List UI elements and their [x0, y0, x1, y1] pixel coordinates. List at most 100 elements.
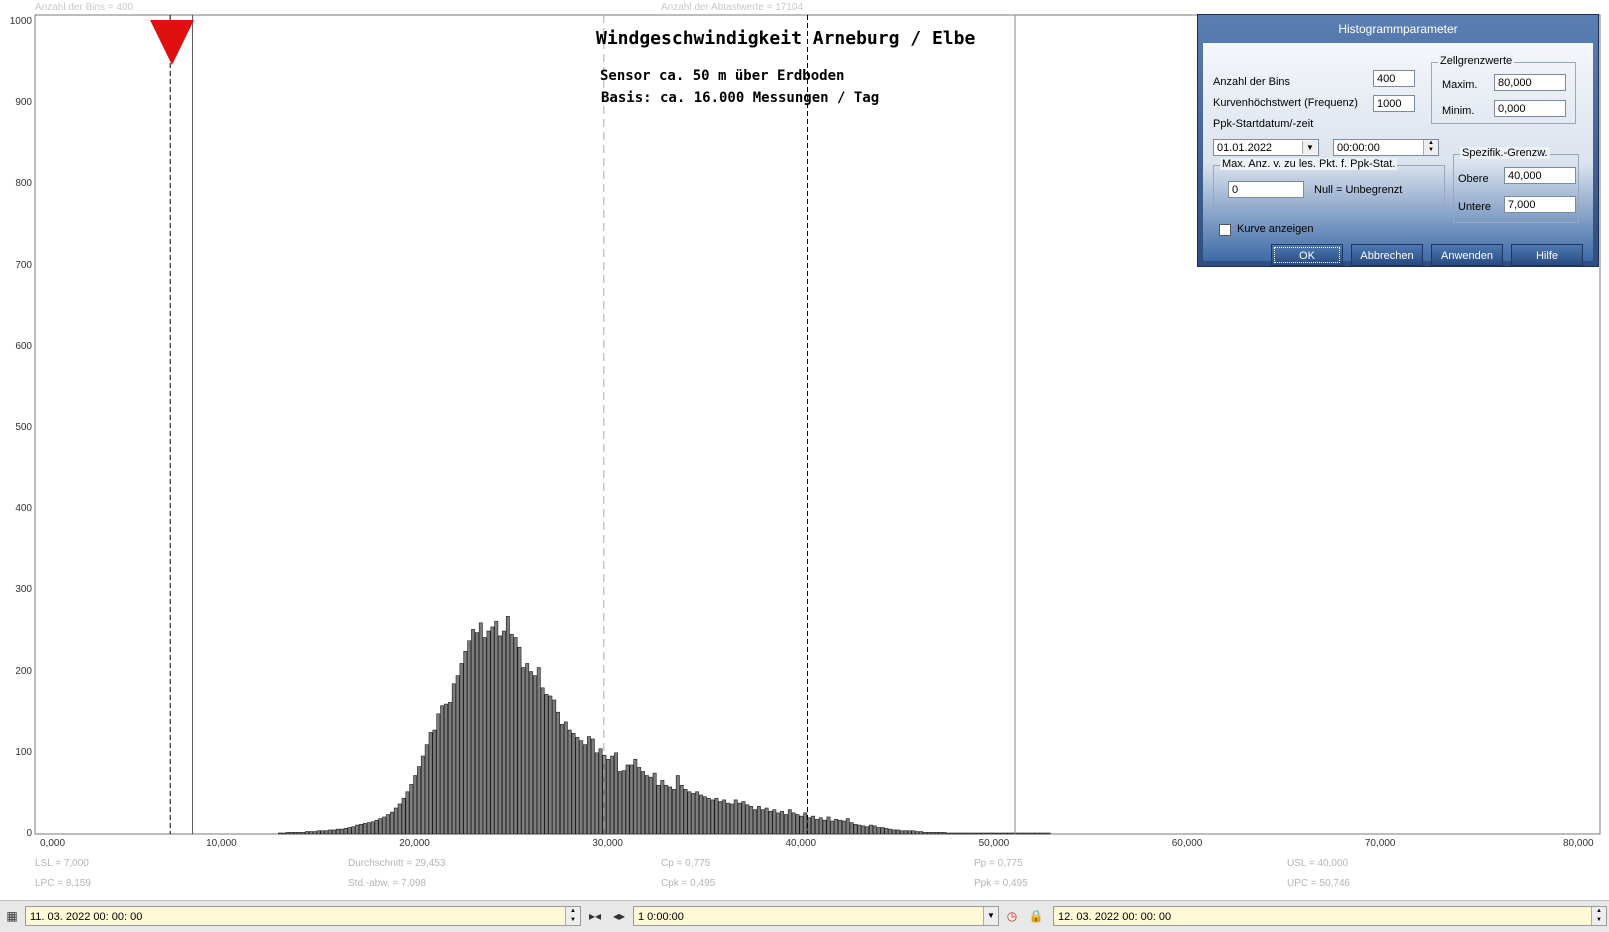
histogram-bar — [981, 832, 985, 835]
spin-arrows-icon[interactable]: ▲ ▼ — [565, 907, 580, 925]
spin-arrows-icon[interactable]: ▲ ▼ — [1423, 140, 1438, 155]
calendar-icon[interactable]: ▦ — [3, 907, 21, 925]
ok-button[interactable]: OK — [1271, 244, 1343, 266]
histogram-bar — [923, 832, 927, 835]
bins-label: Anzahl der Bins — [1213, 76, 1291, 88]
chevron-down-icon[interactable]: ▼ — [983, 907, 998, 925]
histogram-bar — [335, 828, 340, 835]
histogram-bar — [814, 819, 819, 835]
histogram-bar — [934, 832, 939, 835]
histogram-bar — [714, 797, 719, 835]
histogram-bar — [343, 828, 348, 835]
histogram-bar — [463, 650, 468, 835]
histogram-bar — [780, 810, 785, 835]
histogram-bar — [544, 694, 549, 835]
histogram-bar — [1031, 832, 1036, 835]
curve-max-input[interactable]: 1000 — [1373, 95, 1415, 112]
histogram-bar — [482, 637, 487, 835]
end-datetime-field[interactable]: 12. 03. 2022 00: 00: 00 ▲ ▼ — [1053, 906, 1607, 926]
histogram-bar — [884, 828, 889, 835]
show-curve-checkbox[interactable] — [1219, 224, 1231, 236]
spin-arrows-icon[interactable]: ▲ ▼ — [1591, 907, 1606, 925]
cancel-button[interactable]: Abbrechen — [1351, 244, 1423, 266]
histogram-bar — [892, 829, 897, 835]
histogram-bar — [756, 806, 761, 835]
histogram-bar — [683, 789, 688, 835]
histogram-bar — [787, 809, 792, 835]
histogram-bar — [312, 831, 317, 835]
histogram-bar — [324, 830, 329, 835]
histogram-bar — [961, 832, 966, 835]
histogram-bar — [942, 832, 947, 835]
clock-icon[interactable]: ◷ — [1003, 907, 1021, 925]
help-button[interactable]: Hilfe — [1511, 244, 1583, 266]
histogram-bar — [621, 770, 626, 835]
minim-input[interactable]: 0,000 — [1494, 100, 1566, 117]
dialog-title: Histogrammparameter — [1338, 22, 1458, 36]
histogram-bar — [320, 830, 325, 835]
chart-subtitle-basis: Basis: ca. 16.000 Messungen / Tag — [601, 90, 880, 106]
lock-icon[interactable]: 🔒 — [1027, 907, 1045, 925]
histogram-bar — [355, 824, 360, 835]
start-datetime-field[interactable]: 11. 03. 2022 00: 00: 00 ▲ ▼ — [25, 906, 581, 926]
histogram-bar — [285, 832, 290, 835]
chevron-down-icon[interactable]: ▼ — [1302, 141, 1317, 154]
max-points-input[interactable]: 0 — [1228, 181, 1304, 198]
histogram-bar — [679, 784, 684, 835]
curve-max-label: Kurvenhöchstwert (Frequenz) — [1213, 97, 1358, 109]
histogram-bar — [390, 811, 394, 835]
histogram-bar — [417, 766, 421, 835]
upper-limit-input[interactable]: 40,000 — [1504, 167, 1576, 184]
x-tick-label: 70,000 — [1364, 838, 1396, 849]
histogram-bar — [996, 832, 1001, 835]
apply-button[interactable]: Anwenden — [1431, 244, 1503, 266]
histogram-bar — [363, 823, 367, 835]
histogram-bar — [803, 812, 808, 835]
stat-lsl: LSL = 7,000 — [35, 858, 89, 869]
histogram-bar — [590, 738, 595, 835]
histogram-bar — [440, 705, 445, 835]
histogram-bar — [328, 829, 333, 835]
collapse-arrows-icon[interactable]: ▸◂ — [584, 907, 606, 925]
ppk-start-date-dropdown[interactable]: 01.01.2022 ▼ — [1213, 139, 1319, 156]
histogram-bar — [664, 784, 669, 835]
histogram-bar — [733, 799, 738, 835]
histogram-bar — [818, 817, 823, 835]
stat-std: Std.-abw. = 7,098 — [348, 878, 427, 889]
histogram-bar — [1046, 832, 1051, 835]
lower-limit-input[interactable]: 7,000 — [1504, 196, 1576, 213]
histogram-bar — [1000, 832, 1005, 835]
stat-ppk: Ppk = 0,495 — [974, 878, 1028, 889]
histogram-bar — [965, 832, 970, 835]
histogram-bar — [424, 744, 429, 835]
y-tick-label: 1000 — [9, 16, 32, 27]
stat-cp: Cp = 0,775 — [661, 858, 711, 869]
histogram-bar — [907, 830, 912, 835]
maxim-input[interactable]: 80,000 — [1494, 74, 1566, 91]
histogram-bar — [977, 832, 982, 835]
histogram-bar — [880, 827, 885, 835]
histogram-bar — [513, 637, 518, 835]
histogram-bar — [374, 819, 379, 835]
histogram-bar — [1004, 832, 1009, 835]
histogram-bar — [559, 724, 564, 835]
histogram-bar — [702, 796, 707, 835]
histogram-bar — [865, 826, 870, 835]
histogram-bar — [289, 832, 294, 835]
max-points-group: Max. Anz. v. zu les. Pkt. f. Ppk-Stat. 0… — [1213, 158, 1445, 207]
histogram-bar — [571, 733, 576, 835]
expand-arrows-icon[interactable]: ◂▸ — [608, 907, 630, 925]
histogram-bar — [494, 620, 499, 835]
histogram-bar — [699, 794, 703, 835]
histogram-bar — [1038, 832, 1043, 835]
histogram-bar — [753, 809, 757, 835]
histogram-bar — [366, 822, 371, 835]
histogram-bar — [822, 819, 827, 835]
histogram-bar — [556, 711, 561, 835]
interval-dropdown[interactable]: 1 0:00:00 ▼ — [633, 906, 999, 926]
histogram-bar — [791, 812, 796, 835]
histogram-bar — [301, 832, 306, 835]
bins-input[interactable]: 400 — [1373, 70, 1415, 87]
histogram-bar — [1035, 832, 1039, 835]
ppk-start-time-spinner[interactable]: 00:00:00 ▲ ▼ — [1333, 139, 1439, 156]
